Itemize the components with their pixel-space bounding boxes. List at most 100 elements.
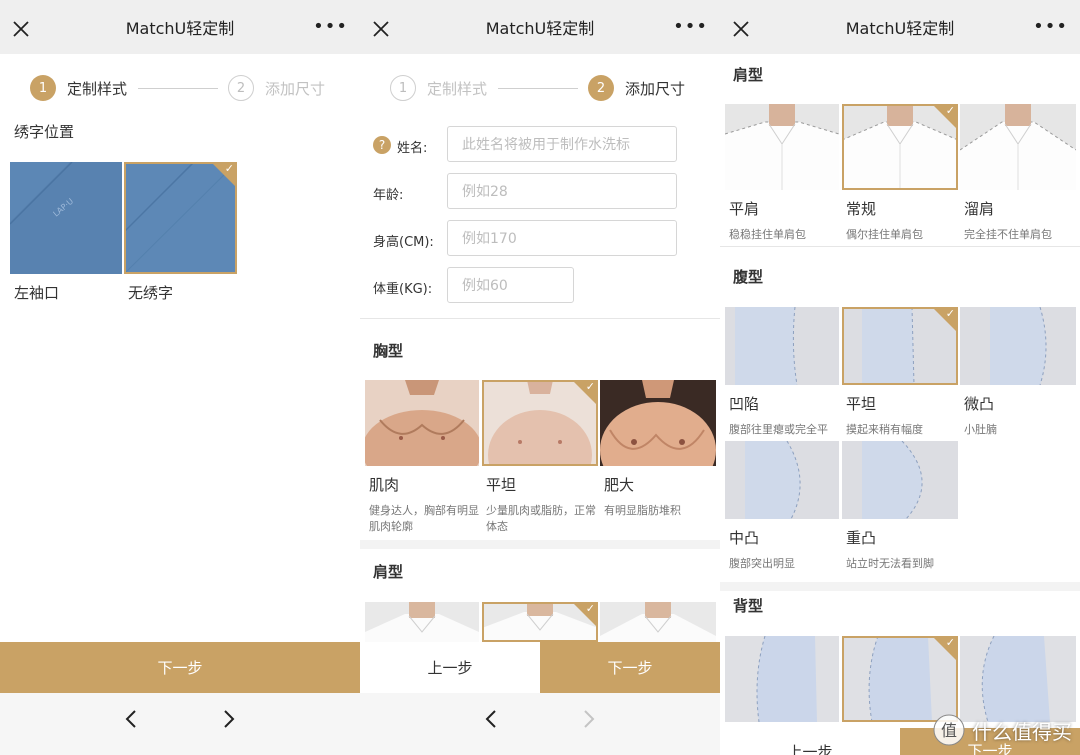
belly-image — [725, 441, 839, 519]
belly-heavy-image — [842, 441, 958, 519]
top-bar: MatchU轻定制 ••• — [360, 0, 720, 54]
belly-image — [960, 307, 1076, 385]
top-bar: MatchU轻定制 ••• — [0, 0, 360, 54]
chevron-left-icon[interactable] — [124, 709, 138, 729]
shoulder-option-peek-2[interactable]: ✓ — [482, 602, 598, 642]
belly-option-flat[interactable]: ✓ 平坦 摸起来稍有幅度 — [842, 307, 958, 438]
belly-option-heavy[interactable]: 重凸 站立时无法看到脚 — [842, 441, 958, 572]
option-name: 平肩 — [729, 200, 760, 218]
belly-slight-image — [960, 307, 1076, 385]
belly-option-concave[interactable]: 凹陷 腹部往里瘪或完全平 — [725, 307, 839, 438]
next-button[interactable]: 下一步 — [0, 642, 360, 693]
shoulder-image — [365, 602, 479, 642]
shoulder-option-sloping[interactable]: 溜肩 完全挂不住单肩包 — [960, 104, 1076, 243]
option-name: 凹陷 — [729, 395, 760, 413]
back-option-2[interactable]: ✓ — [842, 636, 958, 722]
shirt-flat-shoulder-image — [725, 104, 839, 190]
back-image-1 — [725, 636, 839, 722]
more-icon[interactable]: ••• — [1033, 18, 1068, 36]
back-image — [960, 636, 1076, 722]
name-label: 姓名: — [397, 141, 428, 156]
panel-size: MatchU轻定制 ••• 1 定制样式 2 添加尺寸 ? 姓名: 此姓名将被用… — [360, 0, 720, 755]
back-option-1[interactable] — [725, 636, 839, 722]
watermark-text: 什么值得买 — [972, 719, 1072, 744]
section-gap — [360, 540, 720, 549]
shoulder-image: ✓ — [482, 602, 598, 642]
fabric-image: LAP·U — [10, 162, 122, 274]
close-icon[interactable] — [732, 20, 750, 38]
help-icon[interactable]: ? — [373, 136, 391, 154]
name-field[interactable]: 此姓名将被用于制作水洗标 — [447, 126, 677, 162]
shirt-image — [600, 602, 716, 642]
option-desc: 有明显脂肪堆积 — [604, 504, 681, 517]
belly-option-slight[interactable]: 微凸 小肚腩 — [960, 307, 1076, 438]
chest-image — [600, 380, 716, 466]
option-desc: 摸起来稍有幅度 — [846, 423, 923, 436]
belly-medium-image — [725, 441, 839, 519]
step-1-label: 定制样式 — [67, 79, 128, 98]
step-1-circle: 1 — [30, 75, 56, 101]
chevron-right-icon[interactable] — [222, 709, 236, 729]
prev-button[interactable]: 上一步 — [360, 642, 540, 693]
more-icon[interactable]: ••• — [313, 18, 348, 36]
divider — [360, 318, 720, 319]
step-2-circle: 2 — [228, 75, 255, 101]
check-icon: ✓ — [585, 380, 595, 393]
chest-option-flat[interactable]: ✓ 平坦 少量肌肉或脂肪，正常体态 — [482, 380, 598, 535]
more-icon[interactable]: ••• — [673, 18, 708, 36]
option-desc: 少量肌肉或脂肪，正常体态 — [486, 504, 596, 533]
chevron-right-icon — [584, 710, 595, 728]
screenshot-root: MatchU轻定制 ••• 1 定制样式 2 添加尺寸 绣字位置 LAP·U 左… — [0, 0, 1080, 755]
next-button[interactable]: 下一步 — [540, 642, 720, 693]
chest-option-muscular[interactable]: 肌肉 健身达人，胸部有明显肌肉轮廓 — [365, 380, 479, 535]
back-image: ✓ — [842, 636, 958, 722]
age-label: 年龄: — [373, 188, 404, 203]
shoulder-image: ✓ — [842, 104, 958, 190]
age-field[interactable]: 例如28 — [447, 173, 677, 209]
step-1-circle: 1 — [390, 75, 416, 101]
option-desc: 腹部往里瘪或完全平 — [729, 423, 828, 436]
option-no-embroidery[interactable]: ✓ 无绣字 — [124, 162, 237, 303]
shirt-sloping-shoulder-image — [960, 104, 1076, 190]
section-shoulder: 肩型 — [733, 66, 764, 84]
shoulder-option-peek-3[interactable] — [600, 602, 716, 642]
close-icon[interactable] — [372, 20, 390, 38]
watermark-logo: 值 — [933, 714, 965, 746]
height-label: 身高(CM): — [373, 235, 434, 250]
top-bar: MatchU轻定制 ••• — [720, 0, 1080, 54]
section-belly: 腹型 — [733, 268, 764, 286]
prev-button[interactable]: 上一步 — [720, 733, 900, 755]
panel-style: MatchU轻定制 ••• 1 定制样式 2 添加尺寸 绣字位置 LAP·U 左… — [0, 0, 360, 755]
option-left-cuff[interactable]: LAP·U 左袖口 — [10, 162, 122, 303]
height-field[interactable]: 例如170 — [447, 220, 677, 256]
browser-nav — [360, 693, 720, 755]
close-icon[interactable] — [12, 20, 30, 38]
browser-nav — [0, 693, 360, 755]
section-embroidery: 绣字位置 — [14, 123, 75, 141]
weight-field[interactable]: 例如60 — [447, 267, 574, 303]
option-desc: 完全挂不住单肩包 — [964, 228, 1052, 241]
back-option-3[interactable] — [960, 636, 1076, 722]
app-title: MatchU轻定制 — [125, 19, 235, 38]
option-name: 溜肩 — [964, 200, 995, 218]
back-image — [725, 636, 839, 722]
shoulder-option-flat[interactable]: 平肩 稳稳挂住单肩包 — [725, 104, 839, 243]
shoulder-image — [600, 602, 716, 642]
option-desc: 腹部突出明显 — [729, 557, 795, 570]
stepper: 1 定制样式 2 添加尺寸 — [360, 72, 720, 104]
option-desc: 健身达人，胸部有明显肌肉轮廓 — [369, 504, 479, 533]
fabric-image: ✓ — [124, 162, 237, 274]
check-icon: ✓ — [945, 636, 955, 649]
weight-label: 体重(KG): — [373, 282, 433, 297]
shoulder-image — [960, 104, 1076, 190]
shoulder-option-regular[interactable]: ✓ 常规 偶尔挂住单肩包 — [842, 104, 958, 243]
step-2-label: 添加尺寸 — [265, 79, 326, 98]
shoulder-option-peek-1[interactable] — [365, 602, 479, 642]
app-title: MatchU轻定制 — [845, 19, 955, 38]
chevron-left-icon[interactable] — [484, 709, 498, 729]
chest-option-large[interactable]: 肥大 有明显脂肪堆积 — [600, 380, 716, 519]
option-name: 左袖口 — [14, 284, 60, 302]
check-icon: ✓ — [224, 162, 234, 175]
option-name: 平坦 — [486, 476, 517, 494]
belly-option-medium[interactable]: 中凸 腹部突出明显 — [725, 441, 839, 572]
